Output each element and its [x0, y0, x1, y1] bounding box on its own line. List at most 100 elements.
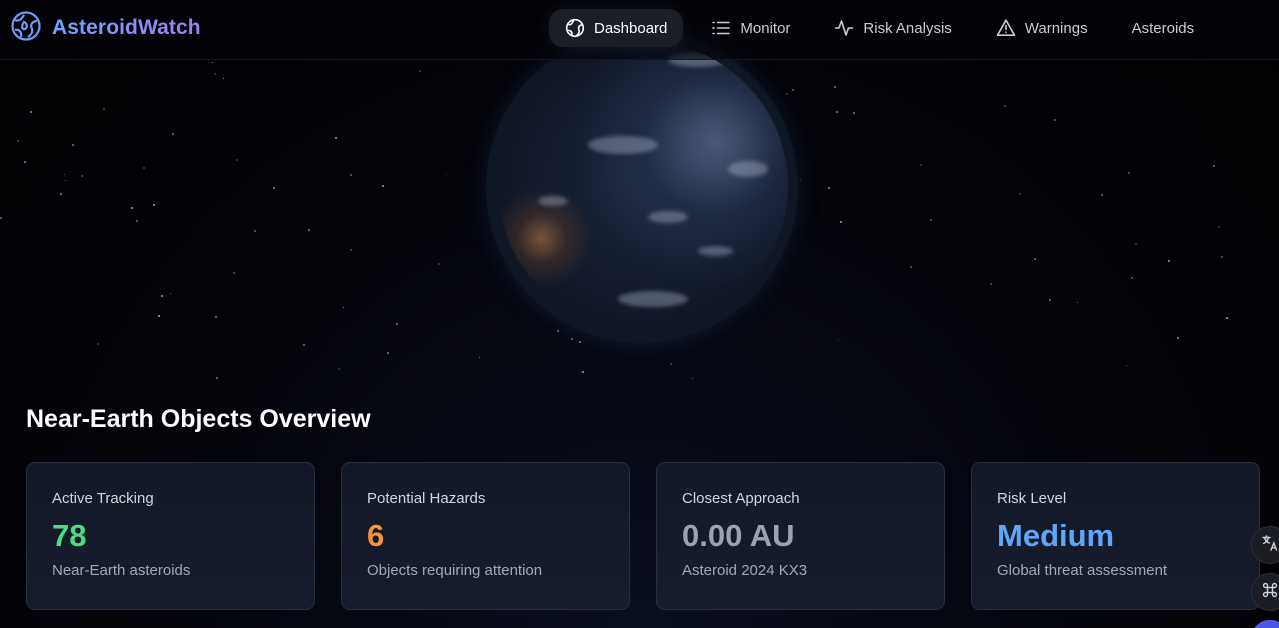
nav-monitor[interactable]: Monitor — [695, 9, 806, 47]
activity-icon — [834, 18, 854, 38]
star — [350, 249, 352, 251]
brand-name: AsteroidWatch — [52, 16, 201, 39]
star — [1135, 243, 1137, 245]
star — [1177, 337, 1179, 339]
star — [920, 164, 922, 166]
star — [1019, 193, 1021, 195]
globe-icon — [565, 18, 585, 38]
star — [172, 133, 174, 135]
star — [0, 217, 2, 219]
star — [438, 263, 440, 265]
command-icon — [1261, 581, 1279, 604]
stats-cards: Active Tracking 78 Near-Earth asteroids … — [26, 462, 1260, 610]
star — [1101, 194, 1103, 196]
star — [582, 371, 584, 373]
star — [387, 352, 389, 354]
star — [60, 193, 62, 195]
star — [335, 137, 337, 139]
star — [350, 174, 352, 176]
card-potential-hazards: Potential Hazards 6 Objects requiring at… — [341, 462, 630, 610]
card-subtitle: Global threat assessment — [997, 562, 1168, 580]
star — [838, 340, 839, 341]
nav-label: Warnings — [1024, 19, 1088, 37]
star — [930, 219, 932, 221]
card-label: Active Tracking — [52, 490, 154, 507]
nav-label: Asteroids — [1131, 19, 1195, 37]
star — [343, 307, 344, 308]
star — [273, 187, 275, 189]
star — [419, 70, 421, 72]
page: AsteroidWatch Dashboard Monitor Risk Ana… — [0, 0, 1279, 628]
card-value: 78 — [52, 518, 87, 553]
card-active-tracking: Active Tracking 78 Near-Earth asteroids — [26, 462, 315, 610]
card-value: 0.00 AU — [682, 518, 795, 553]
star — [103, 108, 105, 110]
star — [81, 175, 83, 177]
star — [828, 187, 830, 189]
star — [1226, 317, 1228, 319]
star — [479, 357, 480, 358]
star — [30, 111, 32, 113]
star — [840, 221, 842, 223]
star — [1004, 105, 1006, 107]
star — [153, 204, 155, 206]
star — [446, 174, 447, 175]
star — [1221, 256, 1223, 258]
nav-risk-analysis[interactable]: Risk Analysis — [818, 9, 967, 47]
card-subtitle: Asteroid 2024 KX3 — [682, 562, 808, 580]
star — [216, 377, 218, 379]
main-nav: Dashboard Monitor Risk Analysis Warnings… — [549, 9, 1210, 47]
star — [800, 180, 801, 181]
card-label: Risk Level — [997, 490, 1067, 507]
star — [17, 140, 19, 142]
star — [215, 316, 217, 318]
star — [236, 159, 238, 161]
star — [136, 220, 138, 222]
star — [853, 112, 855, 114]
star — [692, 378, 693, 379]
earth-globe — [486, 31, 798, 343]
card-closest-approach: Closest Approach 0.00 AU Asteroid 2024 K… — [656, 462, 945, 610]
star — [990, 283, 992, 285]
star — [1054, 119, 1056, 121]
nav-asteroids[interactable]: Asteroids — [1116, 9, 1211, 47]
star — [382, 185, 384, 187]
star — [158, 315, 160, 317]
star — [97, 343, 99, 345]
card-subtitle: Objects requiring attention — [367, 562, 543, 580]
star — [24, 161, 26, 163]
star — [303, 344, 305, 346]
nav-dashboard[interactable]: Dashboard — [549, 9, 684, 47]
brand[interactable]: AsteroidWatch — [10, 10, 201, 47]
translate-icon — [1261, 534, 1279, 557]
nav-warnings[interactable]: Warnings — [980, 9, 1104, 47]
star — [254, 230, 256, 232]
star — [308, 229, 310, 231]
card-subtitle: Near-Earth asteroids — [52, 562, 191, 580]
star — [1077, 302, 1078, 303]
star — [1126, 365, 1127, 366]
globe-logo-icon — [10, 10, 42, 47]
star — [131, 207, 133, 209]
nav-label: Dashboard — [594, 19, 668, 37]
star — [233, 272, 235, 274]
card-value: 6 — [367, 518, 385, 553]
star — [910, 266, 912, 268]
card-label: Closest Approach — [682, 490, 800, 507]
star — [161, 295, 163, 297]
star — [670, 363, 672, 365]
nav-label: Monitor — [740, 19, 791, 37]
top-navbar: AsteroidWatch Dashboard Monitor Risk Ana… — [0, 0, 1279, 60]
star — [223, 78, 224, 79]
star — [1128, 172, 1130, 174]
star — [214, 73, 216, 75]
star — [212, 62, 213, 63]
card-label: Potential Hazards — [367, 490, 486, 507]
star — [170, 293, 171, 294]
star — [1049, 299, 1051, 301]
star — [1168, 260, 1170, 262]
card-value: Medium — [997, 518, 1115, 553]
list-icon — [711, 18, 731, 38]
star — [1131, 277, 1133, 279]
star — [65, 180, 66, 181]
